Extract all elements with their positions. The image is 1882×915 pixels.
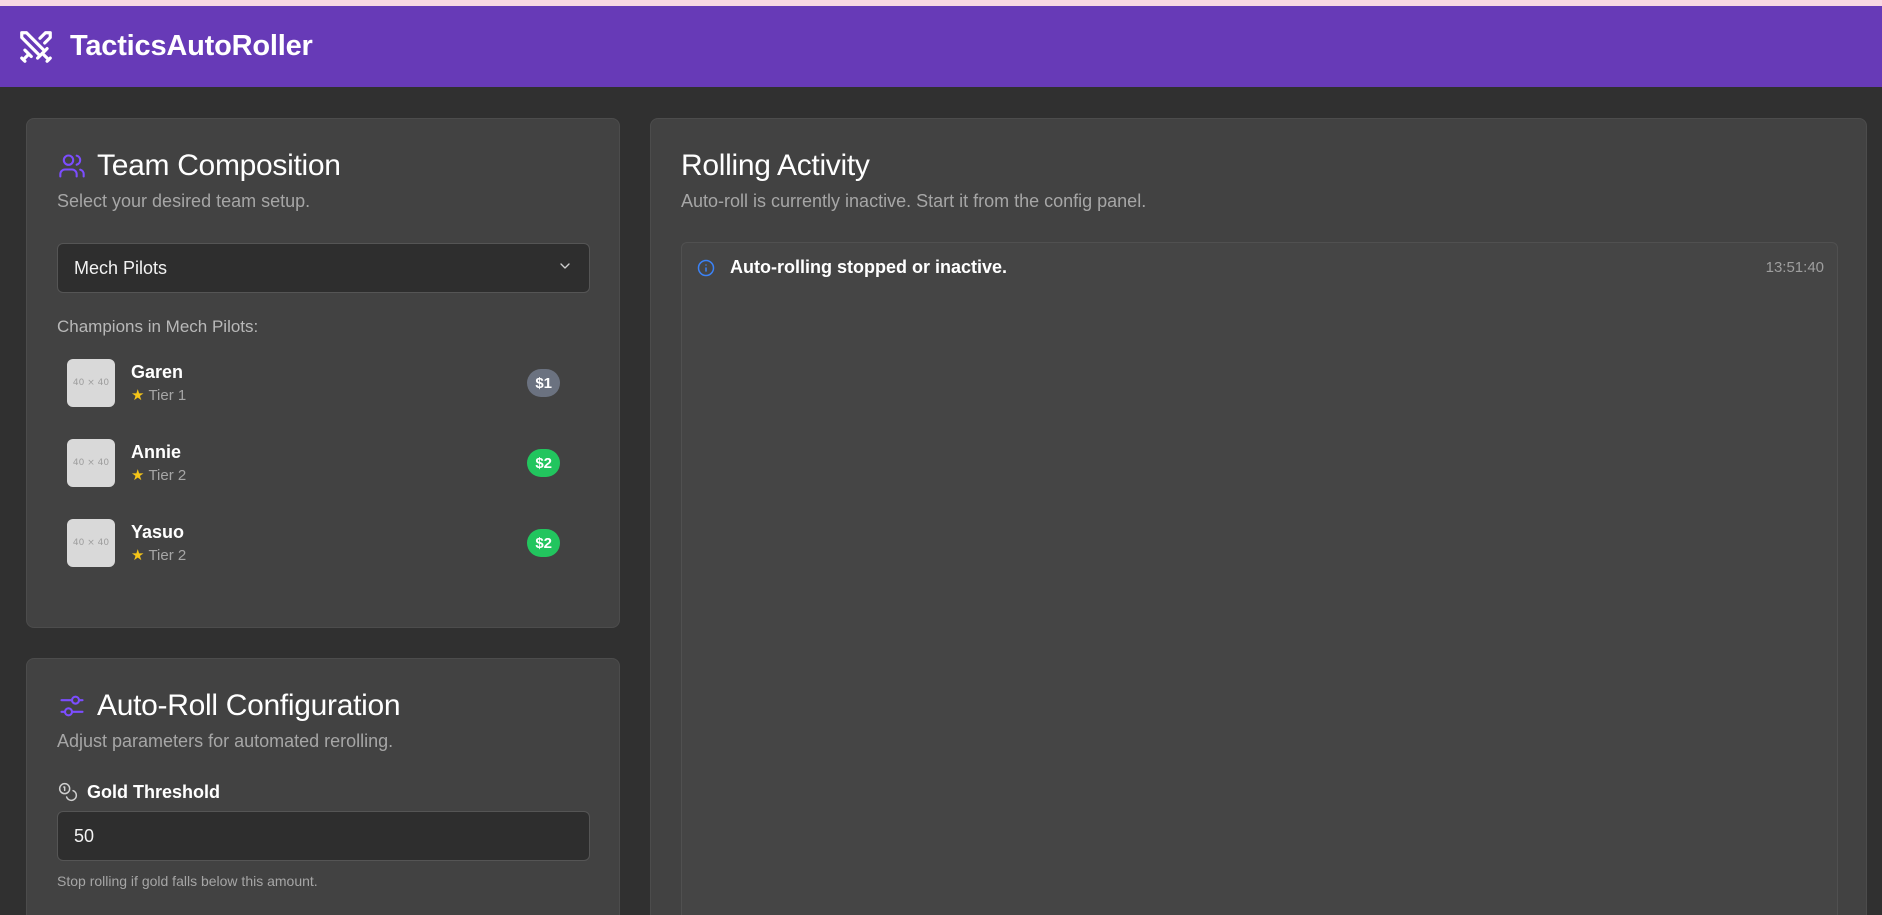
coins-icon	[57, 781, 79, 803]
log-entry-time: 13:51:40	[1765, 259, 1824, 276]
gold-threshold-label-text: Gold Threshold	[87, 781, 220, 802]
team-comp-selected-value: Mech Pilots	[74, 257, 168, 278]
chevron-down-icon	[557, 258, 573, 279]
team-composition-header: Team Composition	[57, 149, 341, 183]
star-icon: ★	[131, 387, 145, 404]
activity-log[interactable]: Auto-rolling stopped or inactive. 13:51:…	[681, 242, 1838, 915]
auto-roll-config-title: Auto-Roll Configuration	[97, 689, 401, 722]
auto-roll-config-subtitle: Adjust parameters for automated rerollin…	[57, 731, 394, 751]
gold-threshold-hint: Stop rolling if gold falls below this am…	[57, 873, 318, 889]
champion-row: 40 × 40 Yasuo ★ Tier 2 $2	[67, 519, 560, 567]
rolling-activity-title: Rolling Activity	[681, 149, 870, 182]
champion-tier: Tier 2	[148, 546, 187, 564]
champions-list-title: Champions in Mech Pilots:	[57, 317, 259, 336]
rolling-activity-header: Rolling Activity	[681, 149, 870, 183]
champion-name: Garen	[131, 362, 184, 382]
team-composition-card: Team Composition Select your desired tea…	[26, 118, 620, 628]
rolling-activity-card: Rolling Activity Auto-roll is currently …	[650, 118, 1867, 915]
champion-tier: Tier 2	[148, 466, 187, 484]
auto-roll-config-header: Auto-Roll Configuration	[57, 689, 401, 723]
users-icon	[57, 151, 87, 181]
champion-row: 40 × 40 Annie ★ Tier 2 $2	[67, 439, 560, 487]
team-composition-subtitle: Select your desired team setup.	[57, 191, 311, 211]
star-icon: ★	[131, 547, 145, 564]
log-entry: Auto-rolling stopped or inactive. 13:51:…	[696, 257, 1824, 278]
app-title[interactable]: TacticsAutoRoller	[70, 30, 313, 63]
gold-threshold-label: Gold Threshold	[57, 781, 220, 803]
rolling-activity-subtitle: Auto-roll is currently inactive. Start i…	[681, 191, 1147, 211]
champion-cost-badge: $2	[527, 529, 560, 557]
champion-row: 40 × 40 Garen ★ Tier 1 $1	[67, 359, 560, 407]
champion-thumbnail: 40 × 40	[67, 359, 115, 407]
champion-cost-badge: $2	[527, 449, 560, 477]
sliders-icon	[57, 691, 87, 721]
champion-name: Annie	[131, 442, 182, 462]
gold-threshold-input[interactable]	[57, 811, 590, 861]
team-comp-select[interactable]: Mech Pilots	[57, 243, 590, 293]
champion-tier: Tier 1	[148, 386, 187, 404]
champion-name: Yasuo	[131, 522, 185, 542]
champion-thumbnail: 40 × 40	[67, 439, 115, 487]
champion-cost-badge: $1	[527, 369, 560, 397]
app-header: TacticsAutoRoller	[0, 6, 1882, 87]
info-icon	[696, 258, 716, 278]
champion-thumbnail: 40 × 40	[67, 519, 115, 567]
log-entry-message: Auto-rolling stopped or inactive.	[730, 257, 1008, 277]
team-composition-title: Team Composition	[97, 149, 341, 182]
crossed-swords-icon	[17, 28, 55, 66]
star-icon: ★	[131, 467, 145, 484]
auto-roll-config-card: Auto-Roll Configuration Adjust parameter…	[26, 658, 620, 915]
